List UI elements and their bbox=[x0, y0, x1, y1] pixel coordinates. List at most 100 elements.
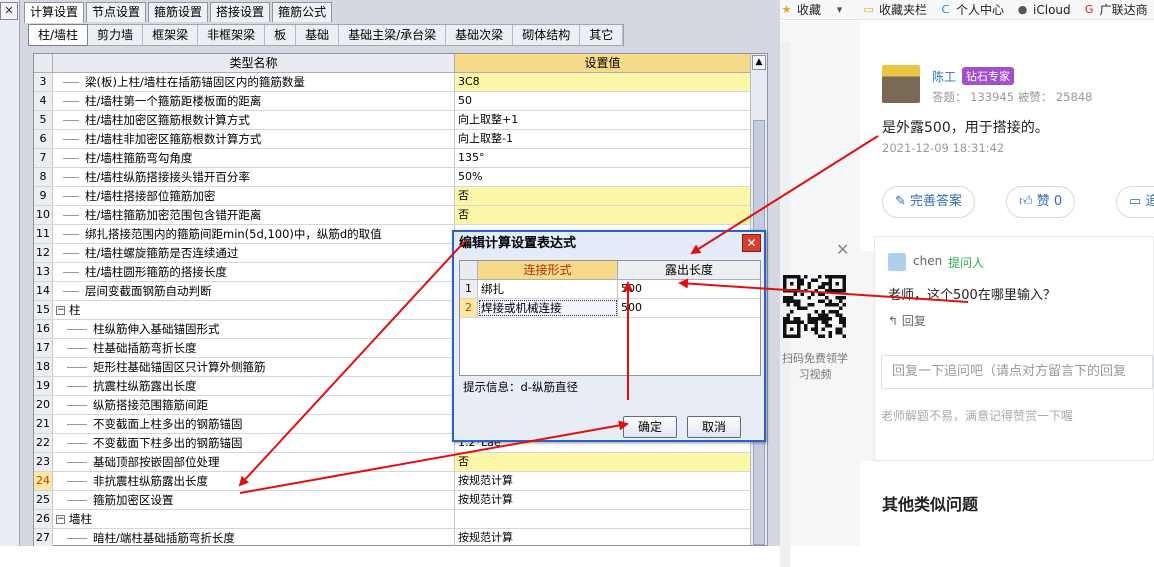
table-row[interactable]: 7 柱/墙柱箍筋弯勾角度 135° bbox=[34, 149, 750, 168]
table-row[interactable]: 25 箍筋加密区设置 按规范计算 bbox=[34, 491, 750, 510]
tab-sub-2[interactable]: 框架梁 bbox=[143, 25, 199, 45]
table-row[interactable]: 8 柱/墙柱纵筋搭接接头错开百分率 50% bbox=[34, 168, 750, 187]
collapse-icon[interactable]: − bbox=[56, 306, 65, 315]
dialog-row[interactable]: 1 绑扎 500 bbox=[460, 280, 760, 299]
avatar[interactable] bbox=[888, 253, 906, 271]
asker-name[interactable]: chen bbox=[913, 254, 942, 268]
qr-module bbox=[804, 289, 808, 293]
ok-button[interactable]: 确定 bbox=[623, 416, 677, 438]
grid-header-value[interactable]: 设置值 bbox=[455, 54, 750, 72]
tab-sub-4[interactable]: 板 bbox=[265, 25, 297, 45]
reply-input[interactable]: 回复一下追问吧（请点对方留言下的回复 bbox=[881, 355, 1153, 389]
complete-answer-button[interactable]: ✎ 完善答案 bbox=[882, 186, 976, 218]
connection-type-cell[interactable]: 焊接或机械连接 bbox=[478, 299, 618, 317]
table-row[interactable]: 4 柱/墙柱第一个箍筋距楼板面的距离 50 bbox=[34, 92, 750, 111]
tab-top-3[interactable]: 搭接设置 bbox=[210, 2, 271, 22]
cancel-button[interactable]: 取消 bbox=[687, 416, 741, 438]
qr-module bbox=[807, 285, 811, 289]
row-name-text: 柱/墙柱箍筋加密范围包含错开距离 bbox=[85, 208, 262, 222]
row-value[interactable]: 50% bbox=[455, 168, 750, 186]
row-number: 3 bbox=[34, 73, 53, 91]
tab-top-0[interactable]: 计算设置 bbox=[24, 2, 85, 23]
table-row[interactable]: 23 基础顶部按嵌固部位处理 否 bbox=[34, 453, 750, 472]
row-value[interactable]: 50 bbox=[455, 92, 750, 110]
dialog-header-connection[interactable]: 连接形式 bbox=[478, 261, 618, 279]
row-value[interactable]: 按规范计算 bbox=[455, 491, 750, 509]
bookmark-item[interactable]: ● iCloud bbox=[1016, 3, 1071, 17]
answer-card: 陈工 钻石专家 答题： 133945 被赞： 25848 是外露500，用于搭接… bbox=[860, 21, 1154, 251]
tab-top-2[interactable]: 箍筋设置 bbox=[148, 2, 209, 22]
collapse-icon[interactable]: − bbox=[56, 515, 65, 524]
tab-sub-0[interactable]: 柱/墙柱 bbox=[28, 24, 89, 46]
tab-top-1[interactable]: 节点设置 bbox=[86, 2, 147, 22]
row-value[interactable]: 按规范计算 bbox=[455, 472, 750, 490]
dialog-close-icon[interactable]: ✕ bbox=[742, 234, 761, 252]
close-icon[interactable]: ✕ bbox=[0, 2, 18, 20]
tab-sub-9[interactable]: 其它 bbox=[580, 25, 624, 45]
row-value[interactable]: 向上取整-1 bbox=[455, 130, 750, 148]
tab-sub-3[interactable]: 非框架梁 bbox=[198, 25, 266, 45]
row-name-text: 不变截面上柱多出的钢筋锚固 bbox=[93, 417, 243, 431]
tab-sub-5[interactable]: 基础 bbox=[296, 25, 340, 45]
follow-up-button[interactable]: ▭ 追 bbox=[1116, 186, 1154, 218]
table-row[interactable]: 9 柱/墙柱搭接部位箍筋加密 否 bbox=[34, 187, 750, 206]
tab-sub-7[interactable]: 基础次梁 bbox=[446, 25, 514, 45]
row-value[interactable]: 否 bbox=[455, 206, 750, 224]
table-row[interactable]: 5 柱/墙柱加密区箍筋根数计算方式 向上取整+1 bbox=[34, 111, 750, 130]
qr-module bbox=[786, 303, 790, 307]
table-row[interactable]: 24 非抗震柱纵筋露出长度 按规范计算 bbox=[34, 472, 750, 491]
table-row[interactable]: 6 柱/墙柱非加密区箍筋根数计算方式 向上取整-1 bbox=[34, 130, 750, 149]
qr-module bbox=[818, 292, 822, 296]
row-number: 22 bbox=[34, 434, 53, 452]
row-name: 柱/墙柱搭接部位箍筋加密 bbox=[53, 187, 455, 205]
avatar[interactable] bbox=[882, 65, 920, 103]
qr-module bbox=[835, 282, 839, 286]
row-value[interactable]: 按规范计算 bbox=[455, 529, 750, 546]
qr-module bbox=[828, 299, 832, 303]
row-number: 7 bbox=[34, 149, 53, 167]
length-cell[interactable]: 500 bbox=[618, 280, 760, 298]
row-value[interactable]: 3C8 bbox=[455, 73, 750, 91]
grid-header-name[interactable]: 类型名称 bbox=[53, 54, 455, 72]
tab-sub-6[interactable]: 基础主梁/承台梁 bbox=[339, 25, 447, 45]
bookmark-item[interactable]: ᑕ 个人中心 bbox=[939, 1, 1005, 18]
reply-link[interactable]: ↰ 回复 bbox=[888, 312, 926, 329]
row-name-text: 柱/墙柱箍筋弯勾角度 bbox=[85, 151, 193, 165]
row-value[interactable]: 否 bbox=[455, 453, 750, 471]
answerer-name[interactable]: 陈工 bbox=[932, 68, 956, 85]
scroll-up-icon[interactable]: ▲ bbox=[752, 55, 766, 70]
qr-module bbox=[818, 317, 822, 321]
row-name: 非抗震柱纵筋露出长度 bbox=[53, 472, 455, 490]
bookmark-icon: ● bbox=[1017, 3, 1028, 16]
dialog-header-length[interactable]: 露出长度 bbox=[618, 261, 760, 279]
bookmark-item[interactable]: ▭ 收藏夹栏 bbox=[862, 1, 927, 18]
like-button[interactable]: 👍︎ 赞 0 bbox=[1006, 186, 1076, 218]
table-row[interactable]: 27 暗柱/端柱基础插筋弯折长度 按规范计算 bbox=[34, 529, 750, 546]
length-cell[interactable]: 500 bbox=[618, 299, 760, 317]
bookmark-item[interactable]: ★ 收藏 bbox=[780, 1, 821, 18]
connection-type-cell[interactable]: 绑扎 bbox=[478, 280, 618, 298]
tab-top-4[interactable]: 箍筋公式 bbox=[272, 2, 333, 22]
asker-tag: 提问人 bbox=[948, 256, 985, 270]
table-row[interactable]: 3 梁(板)上柱/墙柱在插筋锚固区内的箍筋数量 3C8 bbox=[34, 73, 750, 92]
dialog-row[interactable]: 2 焊接或机械连接 500 bbox=[460, 299, 760, 318]
row-value[interactable] bbox=[455, 510, 750, 528]
follow-up-label: 追 bbox=[1145, 194, 1154, 209]
tab-sub-8[interactable]: 砌体结构 bbox=[513, 25, 581, 45]
close-icon[interactable]: ✕ bbox=[836, 240, 849, 259]
row-value[interactable]: 向上取整+1 bbox=[455, 111, 750, 129]
dialog-title: 编辑计算设置表达式 bbox=[454, 232, 764, 256]
row-value[interactable]: 135° bbox=[455, 149, 750, 167]
qr-module bbox=[825, 303, 829, 307]
qr-module bbox=[825, 324, 829, 328]
expert-badge: 钻石专家 bbox=[962, 67, 1014, 85]
bookmark-item[interactable]: G 广联达商 bbox=[1083, 1, 1148, 18]
table-row[interactable]: 26− 墙柱 bbox=[34, 510, 750, 529]
qr-module bbox=[807, 313, 811, 317]
table-row[interactable]: 10 柱/墙柱箍筋加密范围包含错开距离 否 bbox=[34, 206, 750, 225]
row-value[interactable]: 否 bbox=[455, 187, 750, 205]
bookmark-item[interactable]: ▾ bbox=[833, 3, 850, 16]
tab-sub-1[interactable]: 剪力墙 bbox=[88, 25, 144, 45]
row-name-text: 非抗震柱纵筋露出长度 bbox=[93, 474, 208, 488]
row-number: 19 bbox=[34, 377, 53, 395]
